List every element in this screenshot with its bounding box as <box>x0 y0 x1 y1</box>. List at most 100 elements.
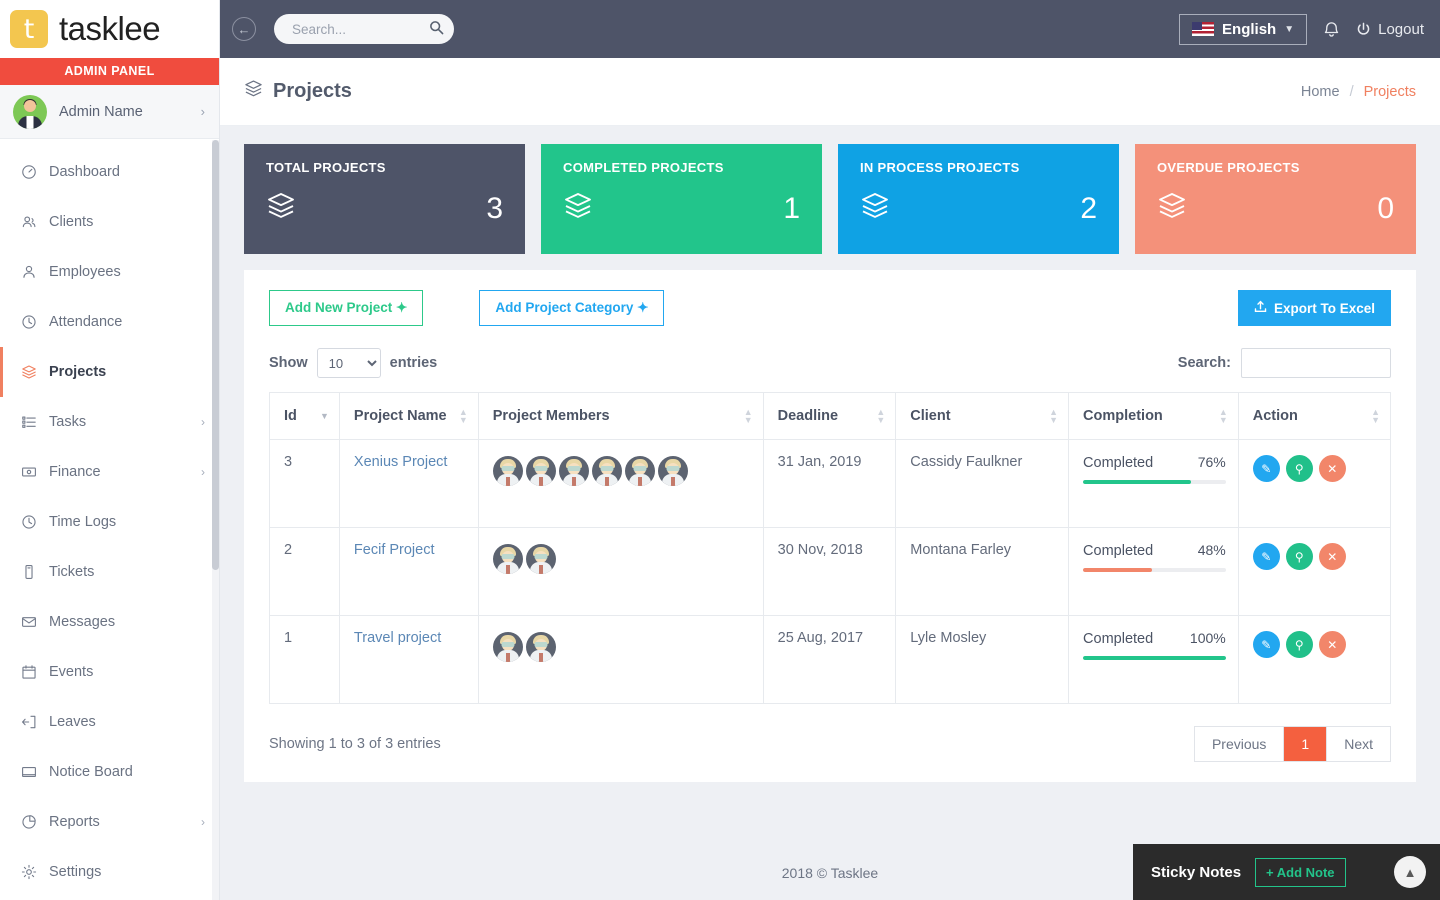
delete-button[interactable]: ✕ <box>1319 631 1346 658</box>
sidebar-item-reports[interactable]: Reports› <box>0 797 219 847</box>
pagination-page-1[interactable]: 1 <box>1284 727 1327 761</box>
copyright-text: 2018 © Tasklee <box>782 865 878 881</box>
add-project-category-button[interactable]: Add Project Category ✦ <box>479 290 664 326</box>
sidebar-item-tickets[interactable]: Tickets <box>0 547 219 597</box>
search-input[interactable] <box>274 14 454 44</box>
stat-card-value: 2 <box>1080 192 1097 226</box>
cell-project-name: Xenius Project <box>339 440 478 528</box>
cell-action: ✎⚲✕ <box>1238 616 1390 704</box>
logout-button[interactable]: Logout <box>1356 21 1424 38</box>
column-header-label: Deadline <box>778 408 838 424</box>
table-body: 3Xenius Project31 Jan, 2019Cassidy Faulk… <box>270 440 1391 704</box>
member-avatar[interactable] <box>526 544 556 574</box>
search-icon[interactable] <box>429 20 444 40</box>
sidebar-item-leaves[interactable]: Leaves <box>0 697 219 747</box>
sort-icon[interactable]: ▲▼ <box>1371 408 1380 424</box>
pagination-next[interactable]: Next <box>1327 727 1390 761</box>
sort-icon[interactable]: ▲▼ <box>1049 408 1058 424</box>
back-arrow-icon[interactable]: ← <box>232 17 256 41</box>
table-search-input[interactable] <box>1241 348 1391 378</box>
language-selector[interactable]: English ▼ <box>1179 14 1307 45</box>
sidebar-item-projects[interactable]: Projects <box>0 347 219 397</box>
completion-percent: 76% <box>1198 454 1226 470</box>
delete-button[interactable]: ✕ <box>1319 455 1346 482</box>
sidebar-scrollbar-thumb[interactable] <box>212 140 219 570</box>
sidebar-item-events[interactable]: Events <box>0 647 219 697</box>
sort-icon[interactable]: ▲▼ <box>876 408 885 424</box>
column-header-project-members[interactable]: Project Members▲▼ <box>478 393 763 440</box>
table-search-control: Search: <box>1178 348 1391 378</box>
project-name-link[interactable]: Xenius Project <box>354 454 448 470</box>
column-header-id[interactable]: Id▼ <box>270 393 340 440</box>
view-button[interactable]: ⚲ <box>1286 455 1313 482</box>
member-avatar[interactable] <box>592 456 622 486</box>
export-to-excel-button[interactable]: Export To Excel <box>1238 290 1391 326</box>
member-avatar[interactable] <box>526 456 556 486</box>
profile-menu[interactable]: Admin Name › <box>0 85 219 139</box>
member-avatar[interactable] <box>493 632 523 662</box>
delete-button[interactable]: ✕ <box>1319 543 1346 570</box>
sidebar-item-employees[interactable]: Employees <box>0 247 219 297</box>
sidebar-item-label: Clients <box>49 214 93 230</box>
pagination-previous[interactable]: Previous <box>1195 727 1284 761</box>
cell-project-name: Fecif Project <box>339 528 478 616</box>
table-row: 2Fecif Project30 Nov, 2018Montana Farley… <box>270 528 1391 616</box>
edit-button[interactable]: ✎ <box>1253 631 1280 658</box>
member-avatar[interactable] <box>526 632 556 662</box>
sidebar-item-clients[interactable]: Clients <box>0 197 219 247</box>
view-button[interactable]: ⚲ <box>1286 543 1313 570</box>
member-avatar[interactable] <box>493 456 523 486</box>
breadcrumb-separator: / <box>1350 84 1354 100</box>
sidebar-item-label: Dashboard <box>49 164 120 180</box>
edit-button[interactable]: ✎ <box>1253 543 1280 570</box>
project-name-link[interactable]: Travel project <box>354 630 441 646</box>
cell-project-members <box>478 616 763 704</box>
entries-select[interactable]: 102550100 <box>317 348 381 378</box>
sidebar-item-dashboard[interactable]: Dashboard <box>0 147 219 197</box>
add-project-category-label: Add Project Category <box>495 300 633 315</box>
column-header-completion[interactable]: Completion▲▼ <box>1069 393 1239 440</box>
sort-icon[interactable]: ▼ <box>320 412 329 420</box>
view-button[interactable]: ⚲ <box>1286 631 1313 658</box>
cell-deadline: 30 Nov, 2018 <box>763 528 896 616</box>
notifications-button[interactable] <box>1323 20 1340 38</box>
project-name-link[interactable]: Fecif Project <box>354 542 435 558</box>
layers-icon <box>860 191 890 226</box>
table-controls: Show 102550100 entries Search: <box>269 348 1391 378</box>
sidebar-item-attendance[interactable]: Attendance <box>0 297 219 347</box>
column-header-project-name[interactable]: Project Name▲▼ <box>339 393 478 440</box>
breadcrumb-home[interactable]: Home <box>1301 84 1340 100</box>
stat-card-title: OVERDUE PROJECTS <box>1157 160 1394 175</box>
add-new-project-button[interactable]: Add New Project ✦ <box>269 290 423 326</box>
sidebar-item-label: Tasks <box>49 414 86 430</box>
sidebar-item-finance[interactable]: Finance› <box>0 447 219 497</box>
add-note-button[interactable]: + Add Note <box>1255 858 1346 887</box>
column-header-client[interactable]: Client ▲▼ <box>896 393 1069 440</box>
progress-bar <box>1083 480 1226 484</box>
sort-icon[interactable]: ▲▼ <box>459 408 468 424</box>
edit-button[interactable]: ✎ <box>1253 455 1280 482</box>
sort-icon[interactable]: ▲▼ <box>744 408 753 424</box>
gear-icon <box>21 864 41 880</box>
table-row: 3Xenius Project31 Jan, 2019Cassidy Faulk… <box>270 440 1391 528</box>
member-avatar[interactable] <box>625 456 655 486</box>
sidebar-item-notice-board[interactable]: Notice Board <box>0 747 219 797</box>
sidebar-item-messages[interactable]: Messages <box>0 597 219 647</box>
sidebar-item-tasks[interactable]: Tasks› <box>0 397 219 447</box>
sidebar-item-settings[interactable]: Settings <box>0 847 219 897</box>
sidebar-item-label: Notice Board <box>49 764 133 780</box>
brand-logo[interactable]: t tasklee <box>0 0 219 58</box>
member-avatar[interactable] <box>493 544 523 574</box>
stat-card-title: COMPLETED PROJECTS <box>563 160 800 175</box>
speedometer-icon <box>21 164 41 180</box>
users-icon <box>21 214 41 230</box>
sticky-notes-toggle[interactable]: ▲ <box>1394 856 1426 888</box>
column-header-action[interactable]: Action▲▼ <box>1238 393 1390 440</box>
member-avatar[interactable] <box>559 456 589 486</box>
sidebar-item-time-logs[interactable]: Time Logs <box>0 497 219 547</box>
sort-icon[interactable]: ▲▼ <box>1219 408 1228 424</box>
column-header-deadline[interactable]: Deadline ▲▼ <box>763 393 896 440</box>
stat-card-total-projects: TOTAL PROJECTS3 <box>244 144 525 254</box>
column-header-label: Client <box>910 408 950 424</box>
member-avatar[interactable] <box>658 456 688 486</box>
